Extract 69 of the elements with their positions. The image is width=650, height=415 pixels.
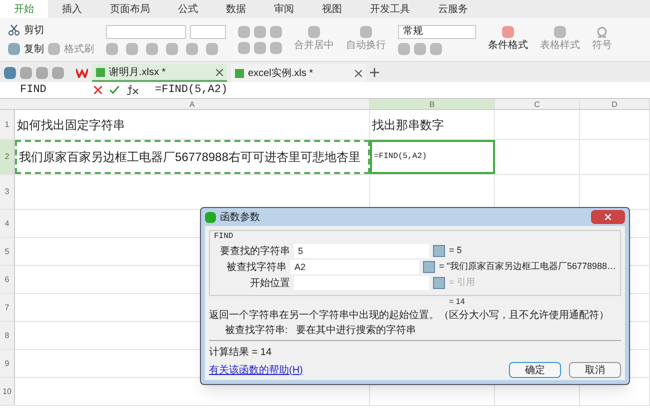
dialog-title: 函数参数 bbox=[220, 210, 260, 224]
argument-result: = "我们原家百家另边框工电器厂56778988… bbox=[439, 260, 616, 274]
close-icon[interactable] bbox=[216, 68, 223, 76]
function-icon[interactable] bbox=[127, 85, 139, 95]
menu-tab[interactable]: 数据 bbox=[212, 0, 260, 18]
table-cell-text: 找出那串数字 bbox=[372, 116, 444, 134]
argument-label: 要查找的字符串 bbox=[219, 244, 291, 258]
scissors-icon[interactable] bbox=[8, 24, 20, 36]
font-field[interactable] bbox=[106, 24, 186, 38]
logo-icon bbox=[76, 68, 88, 78]
conditional-format-label[interactable]: 条件格式 bbox=[488, 38, 528, 53]
row-header[interactable]: 5 bbox=[0, 238, 15, 265]
argument-field[interactable]: A2 bbox=[290, 260, 420, 274]
menu-tab[interactable]: 公式 bbox=[164, 0, 212, 18]
table-cell-text: 我们原家百家另边框工电器厂56778988右可可进杏里可悲地杏里 bbox=[19, 149, 360, 166]
argument-name: 被查找字符串: bbox=[225, 324, 288, 338]
app-logo-icon bbox=[205, 212, 216, 222]
row-header[interactable]: 9 bbox=[0, 350, 15, 377]
reference-icon[interactable] bbox=[433, 277, 445, 289]
cut-label[interactable]: 剪切 bbox=[24, 22, 44, 38]
row-header[interactable]: 4 bbox=[0, 210, 15, 237]
row-header[interactable]: 2 bbox=[0, 140, 15, 174]
row-header[interactable]: 10 bbox=[0, 378, 15, 405]
menu-tab[interactable]: 视图 bbox=[308, 0, 356, 18]
plus-icon[interactable] bbox=[370, 68, 379, 77]
menu-tab[interactable]: 开发工具 bbox=[356, 0, 424, 18]
row-header[interactable]: 8 bbox=[0, 322, 15, 349]
reference-icon[interactable] bbox=[433, 245, 445, 257]
argument-field[interactable]: 5 bbox=[294, 244, 429, 258]
menu-tab[interactable]: 插入 bbox=[48, 0, 96, 18]
argument-result: = 引用 bbox=[449, 276, 475, 290]
document-tab[interactable]: excel实例.xls * bbox=[231, 64, 366, 82]
argument-label: 开始位置 bbox=[249, 276, 291, 290]
menu-tab[interactable]: 开始 bbox=[0, 0, 48, 18]
name-box[interactable]: FIND bbox=[0, 82, 82, 98]
dialog-button[interactable]: 确定 bbox=[509, 362, 561, 378]
column-header[interactable]: D bbox=[580, 99, 650, 109]
row-header[interactable]: 6 bbox=[0, 266, 15, 293]
column-header[interactable]: B bbox=[370, 99, 495, 109]
column-header[interactable]: C bbox=[495, 99, 580, 109]
check-icon[interactable] bbox=[110, 86, 119, 94]
number-format-dropdown[interactable]: 常规 bbox=[398, 24, 476, 38]
row-header[interactable]: 3 bbox=[0, 175, 15, 209]
row-header[interactable]: 1 bbox=[0, 110, 15, 139]
close-icon[interactable] bbox=[355, 70, 362, 76]
table-cell-text: 如何找出固定字符串 bbox=[17, 116, 125, 134]
copy-label[interactable]: 复制 bbox=[24, 42, 44, 56]
argument-result: = 5 bbox=[449, 244, 462, 258]
argument-description: 要在其中进行搜索的字符串 bbox=[296, 324, 416, 338]
row-header[interactable]: 7 bbox=[0, 294, 15, 321]
menu-tab[interactable]: 审阅 bbox=[260, 0, 308, 18]
argument-label: 被查找字符串 bbox=[225, 260, 288, 274]
total-result: = 14 bbox=[448, 296, 466, 308]
function-name: FIND bbox=[214, 231, 234, 243]
close-icon bbox=[605, 214, 611, 220]
calculation-result: 计算结果 = 14 bbox=[209, 346, 273, 360]
help-link[interactable]: 有关该函数的帮助(H) bbox=[209, 362, 303, 378]
formula-field[interactable]: =FIND(5,A2) bbox=[151, 82, 650, 98]
cancel-icon[interactable] bbox=[94, 86, 102, 94]
omega-icon[interactable] bbox=[596, 26, 608, 38]
reference-icon[interactable] bbox=[423, 261, 435, 273]
menu-tab[interactable]: 云服务 bbox=[424, 0, 482, 18]
document-tab[interactable]: 谢明月.xlsx * bbox=[92, 64, 227, 82]
dialog-button[interactable]: 取消 bbox=[569, 362, 621, 378]
close-button[interactable] bbox=[591, 210, 625, 224]
function-description: 返回一个字符串在另一个字符串中出现的起始位置。（区分大小写，且不允许使用通配符） bbox=[209, 308, 610, 323]
font-size-field[interactable] bbox=[190, 24, 226, 38]
menu-tab[interactable]: 页面布局 bbox=[96, 0, 164, 18]
table-cell: =FIND(5,A2) bbox=[374, 151, 427, 163]
